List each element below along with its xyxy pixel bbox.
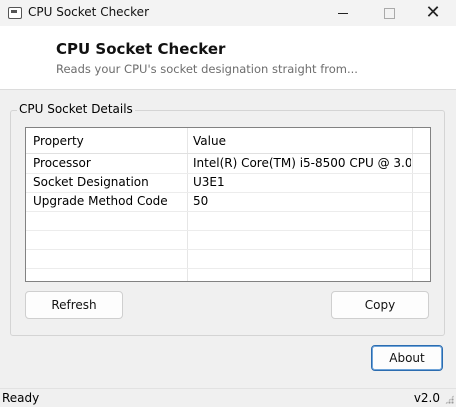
property-cell: Upgrade Method Code [33, 194, 168, 208]
value-cell: U3E1 [193, 175, 225, 189]
version-label: v2.0 [413, 391, 440, 405]
empty-row [26, 249, 430, 269]
copy-button[interactable]: Copy [331, 291, 429, 319]
value-cell: Intel(R) Core(TM) i5-8500 CPU @ 3.00G... [193, 156, 411, 170]
list-row[interactable]: Socket Designation U3E1 [26, 173, 430, 193]
title-bar: CPU Socket Checker ✕ [0, 0, 456, 26]
column-header-value[interactable]: Value [193, 128, 411, 154]
refresh-button[interactable]: Refresh [25, 291, 123, 319]
header-banner: CPU Socket Checker Reads your CPU's sock… [0, 26, 456, 90]
status-text: Ready [2, 391, 40, 405]
maximize-button[interactable] [366, 0, 412, 26]
header-title: CPU Socket Checker [56, 40, 226, 58]
maximize-icon [383, 7, 395, 19]
minimize-icon [338, 12, 348, 14]
about-button[interactable]: About [371, 345, 443, 371]
close-button[interactable]: ✕ [410, 0, 456, 26]
list-header: Property Value [26, 128, 430, 154]
value-cell: 50 [193, 194, 209, 208]
property-cell: Processor [33, 156, 91, 170]
property-cell: Socket Designation [33, 175, 149, 189]
close-icon: ✕ [425, 2, 441, 23]
app-window-icon [8, 7, 22, 19]
list-row[interactable]: Processor Intel(R) Core(TM) i5-8500 CPU … [26, 154, 430, 174]
status-bar: Ready v2.0 [0, 388, 456, 407]
minimize-button[interactable] [320, 0, 366, 26]
group-label: CPU Socket Details [17, 102, 135, 116]
details-list[interactable]: Property Value Processor Intel(R) Core(T… [25, 127, 431, 282]
header-subtitle: Reads your CPU's socket designation stra… [56, 62, 358, 76]
empty-row [26, 230, 430, 250]
window-title: CPU Socket Checker [28, 5, 149, 19]
column-header-property[interactable]: Property [33, 128, 183, 154]
empty-row [26, 211, 430, 231]
list-row[interactable]: Upgrade Method Code 50 [26, 192, 430, 212]
resize-grip-icon[interactable] [445, 395, 454, 404]
